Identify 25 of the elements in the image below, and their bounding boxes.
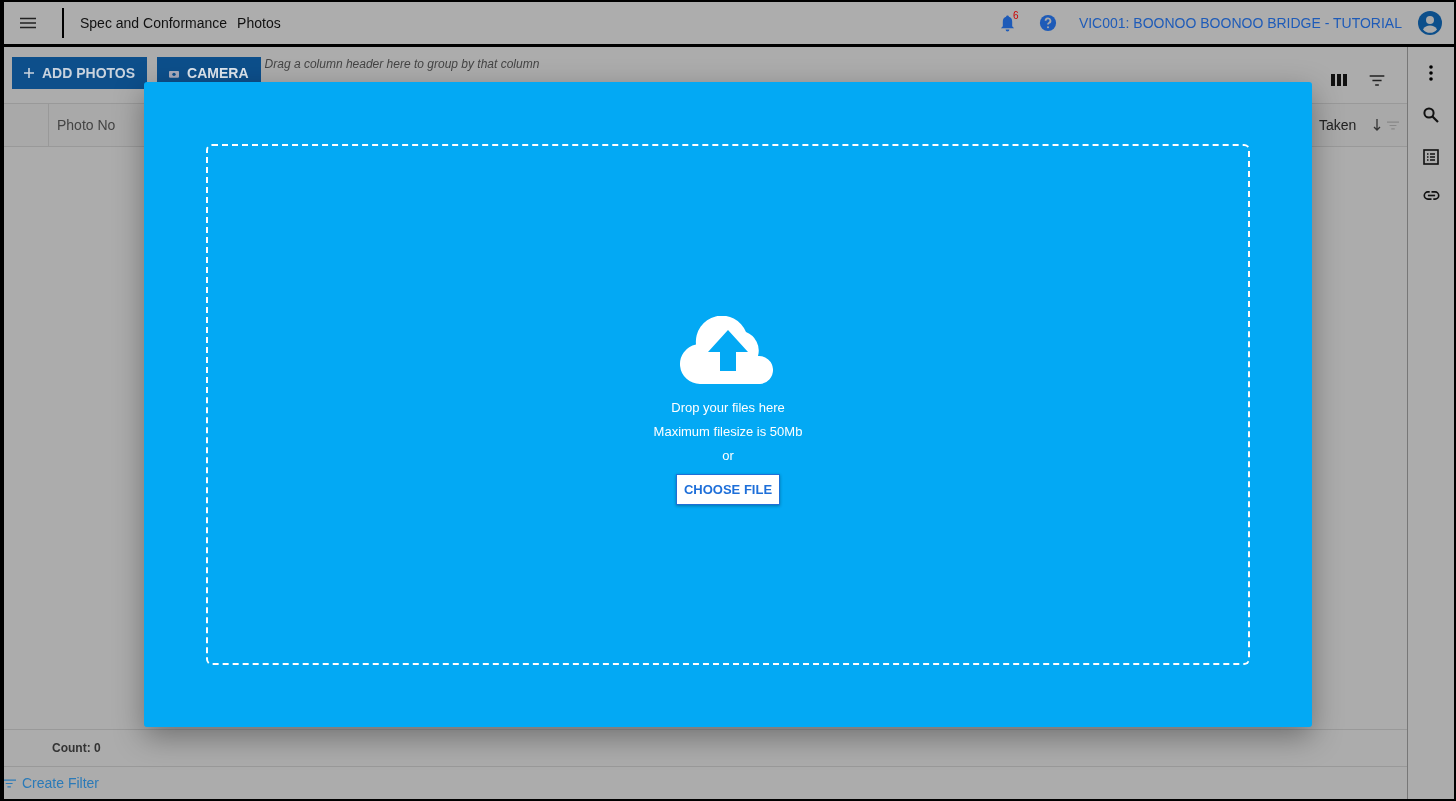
project-title[interactable]: VIC001: BOONOO BOONOO BRIDGE - TUTORIAL [1078,15,1402,31]
drop-instruction: Drop your files here [671,400,785,416]
breadcrumb-item[interactable]: Spec and Conformance [80,15,228,31]
link-icon[interactable] [1422,191,1440,200]
camera-icon [169,68,180,78]
menu-icon[interactable] [20,17,36,29]
help-icon[interactable] [1038,14,1057,32]
notification-bell-icon[interactable] [999,14,1015,32]
row-count: Count: 0 [52,741,101,755]
columns-icon[interactable] [1331,74,1347,86]
search-icon[interactable] [1423,107,1439,123]
sort-arrow-icon[interactable] [1373,119,1381,131]
user-avatar-icon[interactable] [1418,11,1442,35]
breadcrumb-item[interactable]: Photos [237,15,281,31]
choose-file-button[interactable]: CHOOSE FILE [675,474,781,505]
plus-icon [24,68,34,78]
more-options-icon[interactable] [1429,65,1433,81]
list-icon[interactable] [1423,149,1439,165]
drop-instruction: Maximum filesize is 50Mb [653,424,803,440]
add-photos-button[interactable]: ADD PHOTOS [12,57,148,89]
filter-icon[interactable] [1369,74,1385,86]
notification-count: 6 [1012,9,1019,21]
group-by-hint: Drag a column header here to group by that column [264,57,540,71]
drop-instruction: or [722,448,734,464]
drop-zone[interactable]: Drop your files here Maximum filesize is 50Mb or CHOOSE FILE [206,144,1250,665]
